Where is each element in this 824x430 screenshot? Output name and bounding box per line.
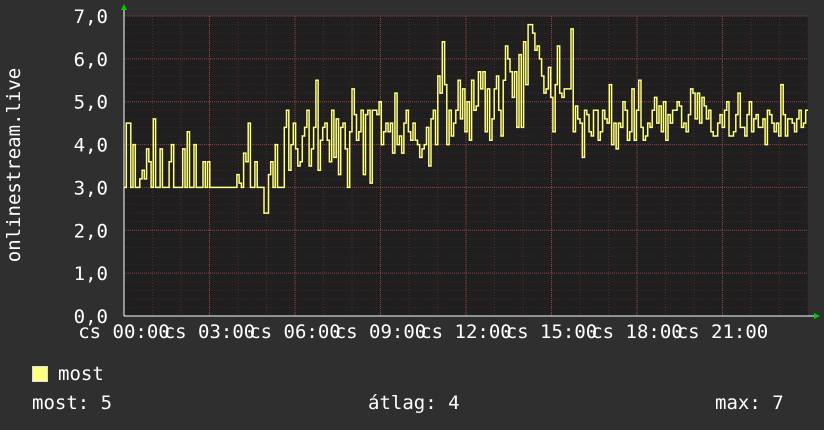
stat-average: átlag: 4 [368, 392, 460, 414]
y-tick-label: 5,0 [74, 92, 108, 114]
y-axis-label: onlinestream.live [3, 68, 25, 262]
x-axis-arrow [814, 313, 820, 319]
y-tick-label: 2,0 [74, 220, 108, 242]
x-tick-label: cs 21:00 [677, 321, 769, 343]
stat-max: max: 7 [715, 392, 784, 414]
x-tick-label: cs 09:00 [335, 321, 427, 343]
x-tick-label: cs 15:00 [506, 321, 598, 343]
x-tick-label: cs 00:00 [78, 321, 170, 343]
x-tick-label: cs 18:00 [591, 321, 683, 343]
x-tick-label: cs 03:00 [164, 321, 256, 343]
y-tick-label: 6,0 [74, 49, 108, 71]
y-tick-label: 7,0 [74, 6, 108, 28]
chart: 0,01,02,03,04,05,06,07,0cs 00:00cs 03:00… [3, 4, 820, 343]
y-axis-arrow [121, 4, 127, 10]
y-tick-label: 3,0 [74, 177, 108, 199]
y-tick-label: 4,0 [74, 135, 108, 157]
y-tick-label: 1,0 [74, 263, 108, 285]
legend: most [32, 363, 104, 385]
x-tick-label: cs 06:00 [249, 321, 341, 343]
legend-label: most [58, 363, 104, 385]
x-tick-label: cs 12:00 [420, 321, 512, 343]
stat-current: most: 5 [32, 392, 113, 414]
legend-swatch [32, 366, 48, 382]
